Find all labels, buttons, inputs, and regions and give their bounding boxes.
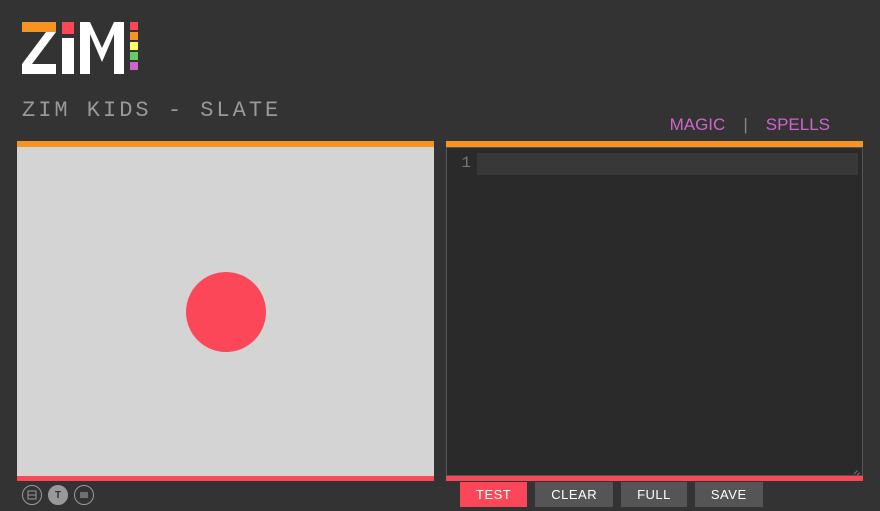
panels: 1 new Circle(100,red).center().drag();: [17, 141, 863, 481]
code-active-line: [477, 153, 858, 175]
canvas-area[interactable]: [17, 147, 434, 476]
canvas-icon-row: T: [22, 485, 94, 505]
canvas-bottombar: [17, 476, 434, 481]
nav-magic-link[interactable]: MAGIC: [670, 115, 726, 135]
save-button[interactable]: SAVE: [695, 482, 763, 507]
nav-separator: |: [743, 115, 747, 135]
test-button[interactable]: TEST: [460, 482, 527, 507]
zim-logo[interactable]: [22, 14, 142, 74]
canvas-panel: [17, 141, 434, 481]
full-button[interactable]: FULL: [621, 482, 687, 507]
line-number: 1: [447, 154, 471, 172]
zim-logo-svg: [22, 14, 142, 74]
layout-icon-svg: [27, 490, 37, 500]
code-gutter: 1: [447, 148, 477, 475]
layout-icon[interactable]: [22, 485, 42, 505]
code-bottombar: [446, 476, 863, 481]
resize-handle-icon[interactable]: [850, 463, 860, 473]
menu-icon[interactable]: [74, 485, 94, 505]
canvas-circle[interactable]: [186, 272, 266, 352]
code-text[interactable]: new Circle(100,red).center().drag();: [477, 148, 862, 475]
nav-right: MAGIC | SPELLS: [670, 115, 830, 135]
nav-spells-link[interactable]: SPELLS: [766, 115, 830, 135]
page-title: ZIM KIDS - SLATE: [22, 98, 281, 123]
code-panel: 1 new Circle(100,red).center().drag();: [446, 141, 863, 481]
code-editor[interactable]: 1 new Circle(100,red).center().drag();: [446, 147, 863, 476]
text-icon[interactable]: T: [48, 485, 68, 505]
clear-button[interactable]: CLEAR: [535, 482, 613, 507]
action-button-row: TEST CLEAR FULL SAVE: [460, 482, 763, 507]
menu-icon-svg: [79, 490, 89, 500]
